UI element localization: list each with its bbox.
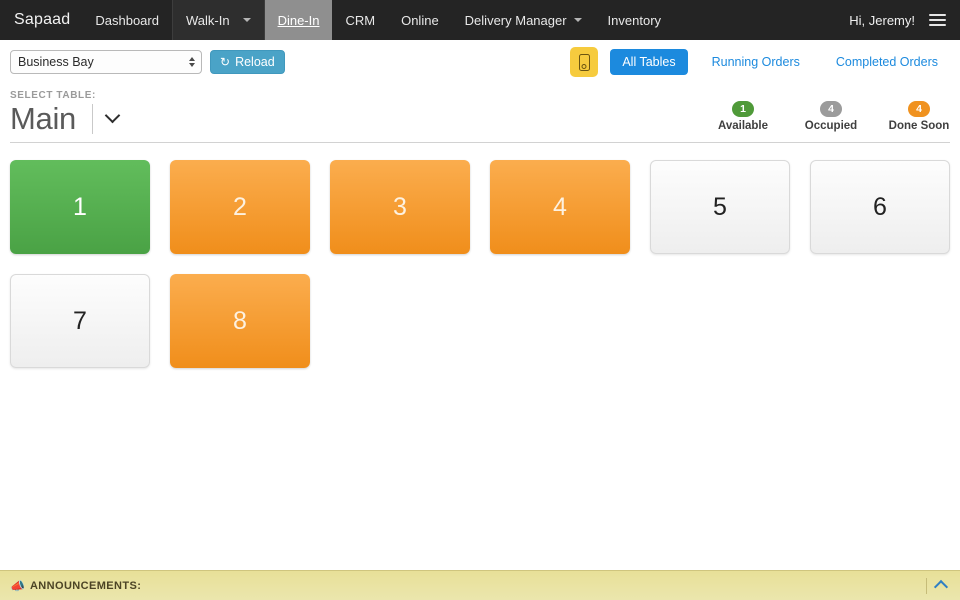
reload-button[interactable]: ↻ Reload: [210, 50, 285, 74]
megaphone-icon: 📣: [10, 580, 25, 592]
announcements-label: ANNOUNCEMENTS:: [30, 580, 141, 592]
select-table-label: SELECT TABLE:: [10, 90, 118, 101]
toolbar: Business Bay ↻ Reload All Tables Running…: [0, 40, 960, 84]
nav-item-dashboard[interactable]: Dashboard: [82, 0, 172, 40]
view-tab-running-orders[interactable]: Running Orders: [700, 49, 812, 75]
status-badge: 1: [732, 101, 754, 117]
stepper-up: [189, 57, 195, 61]
room-name: Main: [10, 103, 76, 134]
chevron-down-icon: [243, 18, 251, 22]
chevron-down-icon: [574, 18, 582, 22]
room-selector[interactable]: SELECT TABLE: Main: [10, 90, 118, 134]
status-badge: 4: [820, 101, 842, 117]
status-counters: 1 Available 4 Occupied 4 Done Soon: [712, 99, 950, 134]
table-tile-number: 2: [233, 193, 247, 222]
table-tile[interactable]: 7: [10, 274, 150, 368]
nav-item-inventory-label: Inventory: [608, 13, 661, 28]
view-tab-running-orders-label: Running Orders: [712, 55, 800, 69]
table-tile-number: 4: [553, 193, 567, 222]
hamburger-line: [929, 14, 946, 16]
view-tab-all-tables-label: All Tables: [622, 55, 675, 69]
refresh-icon: ↻: [220, 56, 230, 68]
view-tab-all-tables[interactable]: All Tables: [610, 49, 687, 75]
counter-available-label: Available: [712, 120, 774, 132]
reload-button-label: Reload: [235, 55, 275, 69]
counter-occupied-label: Occupied: [800, 120, 862, 132]
nav-item-crm[interactable]: CRM: [332, 0, 388, 40]
nav-item-crm-label: CRM: [345, 13, 375, 28]
hamburger-line: [929, 24, 946, 26]
nav-item-dinein-label: Dine-In: [278, 13, 320, 28]
nav-right-group: Hi, Jeremy!: [849, 0, 960, 40]
counter-done-soon-label: Done Soon: [888, 120, 950, 132]
status-badge: 4: [908, 101, 930, 117]
nav-item-walkin-label: Walk-In: [186, 13, 230, 28]
view-tab-completed-orders[interactable]: Completed Orders: [824, 49, 950, 75]
table-tile[interactable]: 3: [330, 160, 470, 254]
nav-item-delivery-manager-label: Delivery Manager: [465, 13, 567, 28]
counter-occupied: 4 Occupied: [800, 99, 862, 132]
user-greeting[interactable]: Hi, Jeremy!: [849, 13, 915, 28]
mobile-phone-icon: [579, 54, 590, 71]
branch-select-value: Business Bay: [18, 55, 94, 69]
table-tile-number: 1: [73, 193, 87, 222]
announcements-right-group: [926, 578, 950, 594]
table-tile[interactable]: 2: [170, 160, 310, 254]
top-navigation-bar: Sapaad Dashboard Walk-In Dine-In CRM Onl…: [0, 0, 960, 40]
nav-item-delivery-manager[interactable]: Delivery Manager: [452, 0, 595, 40]
branch-select[interactable]: Business Bay: [10, 50, 202, 74]
view-tab-completed-orders-label: Completed Orders: [836, 55, 938, 69]
nav-item-online-label: Online: [401, 13, 439, 28]
table-grid: 1 2 3 4 5 6 7 8: [0, 143, 960, 368]
table-tile-number: 6: [873, 193, 887, 222]
room-row: Main: [10, 103, 118, 134]
table-tile-number: 7: [73, 307, 87, 336]
nav-item-dinein[interactable]: Dine-In: [265, 0, 333, 40]
divider: [926, 578, 927, 594]
hamburger-icon[interactable]: [929, 14, 946, 26]
chevron-up-icon[interactable]: [934, 580, 948, 594]
mobile-view-button[interactable]: [570, 47, 598, 77]
table-tile[interactable]: 6: [810, 160, 950, 254]
announcements-bar: 📣 ANNOUNCEMENTS:: [0, 570, 960, 600]
nav-item-inventory[interactable]: Inventory: [595, 0, 674, 40]
brand-logo[interactable]: Sapaad: [0, 0, 82, 40]
toolbar-right-group: All Tables Running Orders Completed Orde…: [570, 47, 950, 77]
table-tile[interactable]: 5: [650, 160, 790, 254]
table-tile[interactable]: 1: [10, 160, 150, 254]
chevron-down-icon[interactable]: [105, 107, 121, 123]
stepper-arrows-icon: [189, 57, 195, 67]
divider: [92, 104, 93, 134]
table-tile[interactable]: 8: [170, 274, 310, 368]
table-tile-number: 3: [393, 193, 407, 222]
stepper-down: [189, 63, 195, 67]
nav-item-dashboard-label: Dashboard: [95, 13, 159, 28]
nav-item-walkin[interactable]: Walk-In: [172, 0, 265, 40]
table-tile-number: 8: [233, 307, 247, 336]
nav-item-online[interactable]: Online: [388, 0, 452, 40]
table-tile-number: 5: [713, 193, 727, 222]
counter-done-soon: 4 Done Soon: [888, 99, 950, 132]
table-tile[interactable]: 4: [490, 160, 630, 254]
counter-available: 1 Available: [712, 99, 774, 132]
select-table-header: SELECT TABLE: Main 1 Available 4 Occupie…: [0, 84, 960, 134]
hamburger-line: [929, 19, 946, 21]
